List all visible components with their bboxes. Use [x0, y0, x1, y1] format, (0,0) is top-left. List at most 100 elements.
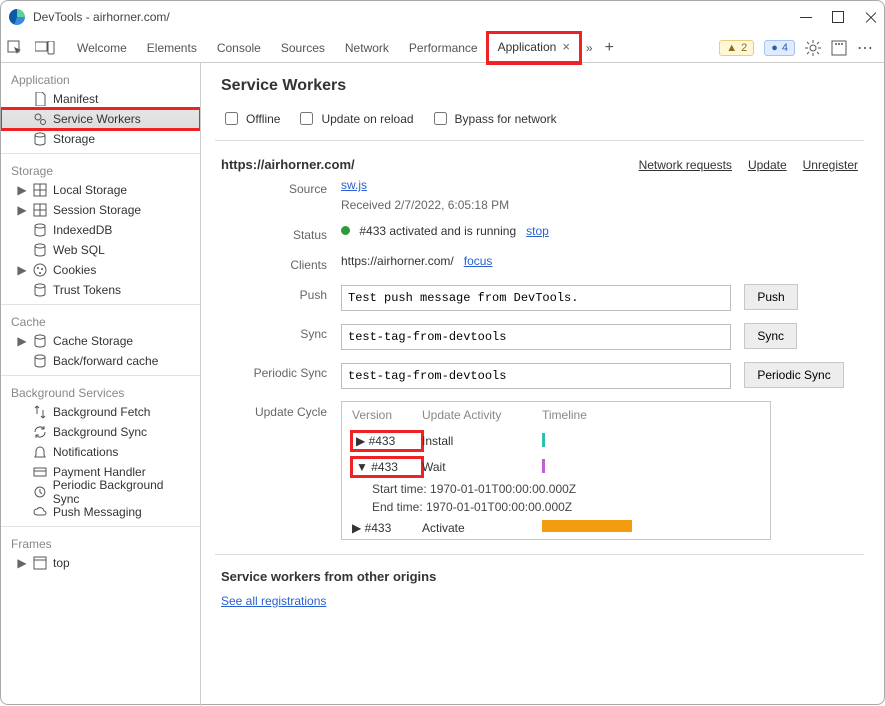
sidebar-item-service-workers[interactable]: Service Workers — [1, 109, 200, 129]
status-text: #433 activated and is running — [359, 224, 516, 238]
network-requests-link[interactable]: Network requests — [639, 158, 732, 172]
settings-icon[interactable] — [805, 40, 821, 56]
focus-link[interactable]: focus — [464, 254, 493, 268]
sidebar-group-application: Application — [1, 67, 200, 89]
sidebar-group-frames: Frames — [1, 531, 200, 553]
overflow-icon[interactable]: » — [580, 41, 599, 55]
tab-application[interactable]: Application × — [488, 33, 580, 63]
minimize-button[interactable] — [800, 11, 812, 23]
push-button[interactable]: Push — [744, 284, 797, 310]
sidebar-item-periodic-background-sync[interactable]: Periodic Background Sync — [1, 482, 200, 502]
offline-checkbox[interactable]: Offline — [221, 109, 280, 128]
source-file-link[interactable]: sw.js — [341, 178, 367, 192]
received-text: Received 2/7/2022, 6:05:18 PM — [341, 198, 509, 212]
cycle-start-time: Start time: 1970-01-01T00:00:00.000Z — [342, 480, 770, 498]
cycle-row-wait[interactable]: ▼ #433 Wait — [342, 454, 770, 480]
edge-icon — [9, 9, 25, 25]
update-on-reload-checkbox[interactable]: Update on reload — [296, 109, 413, 128]
tab-console[interactable]: Console — [207, 33, 271, 63]
cycle-row-activate[interactable]: ▶ #433 Activate — [342, 516, 770, 539]
main-content: Service Workers Offline Update on reload… — [201, 63, 884, 706]
more-icon[interactable]: ⋯ — [857, 38, 874, 58]
sidebar-group-cache: Cache — [1, 309, 200, 331]
push-input[interactable] — [341, 285, 731, 311]
grid-icon — [33, 183, 47, 197]
page-title: Service Workers — [221, 77, 864, 95]
close-button[interactable] — [864, 11, 876, 23]
timeline-bar-activate — [542, 520, 632, 532]
transfer-icon — [33, 405, 47, 419]
sw-scope-section: https://airhorner.com/ Network requests … — [215, 141, 864, 555]
cookie-icon — [33, 263, 47, 277]
warning-badge[interactable]: ▲2 — [719, 40, 754, 56]
timeline-bar-install — [542, 433, 545, 447]
window-title: DevTools - airhorner.com/ — [33, 10, 800, 24]
devtools-toolbar: Welcome Elements Console Sources Network… — [1, 33, 884, 63]
sidebar-item-local-storage[interactable]: ▶Local Storage — [1, 180, 200, 200]
periodic-sync-button[interactable]: Periodic Sync — [744, 362, 843, 388]
card-icon — [33, 465, 47, 479]
device-toggle-icon[interactable] — [35, 41, 55, 55]
clients-label: Clients — [221, 254, 341, 272]
sidebar-item-cache-storage[interactable]: ▶Cache Storage — [1, 331, 200, 351]
sync-label: Sync — [221, 323, 341, 341]
update-cycle-label: Update Cycle — [221, 401, 341, 419]
sidebar-item-indexeddb[interactable]: IndexedDB — [1, 220, 200, 240]
maximize-button[interactable] — [832, 11, 844, 23]
bell-icon — [33, 445, 47, 459]
window-titlebar: DevTools - airhorner.com/ — [1, 1, 884, 33]
tab-application-label: Application — [498, 40, 557, 54]
see-all-registrations-link[interactable]: See all registrations — [221, 594, 326, 608]
push-label: Push — [221, 284, 341, 302]
sidebar-item-session-storage[interactable]: ▶Session Storage — [1, 200, 200, 220]
inspect-icon[interactable] — [7, 40, 23, 56]
periodic-sync-label: Periodic Sync — [221, 362, 341, 380]
bypass-for-network-checkbox[interactable]: Bypass for network — [430, 109, 557, 128]
dock-icon[interactable] — [831, 40, 847, 56]
database-icon — [33, 132, 47, 146]
tab-welcome[interactable]: Welcome — [67, 33, 137, 63]
other-origins-heading: Service workers from other origins — [221, 569, 858, 584]
sidebar-item-trust-tokens[interactable]: Trust Tokens — [1, 280, 200, 300]
database-icon — [33, 354, 47, 368]
sync-button[interactable]: Sync — [744, 323, 797, 349]
status-dot-icon — [341, 226, 350, 235]
client-url: https://airhorner.com/ — [341, 254, 454, 268]
sidebar-item-storage[interactable]: Storage — [1, 129, 200, 149]
sidebar-item-cookies[interactable]: ▶Cookies — [1, 260, 200, 280]
info-badge[interactable]: ●4 — [764, 40, 795, 56]
update-link[interactable]: Update — [748, 158, 787, 172]
sidebar-item-background-sync[interactable]: Background Sync — [1, 422, 200, 442]
status-label: Status — [221, 224, 341, 242]
tab-elements[interactable]: Elements — [137, 33, 207, 63]
grid-icon — [33, 203, 47, 217]
tab-network[interactable]: Network — [335, 33, 399, 63]
scope-url: https://airhorner.com/ — [221, 157, 355, 172]
unregister-link[interactable]: Unregister — [803, 158, 858, 172]
database-icon — [33, 334, 47, 348]
sidebar-item-notifications[interactable]: Notifications — [1, 442, 200, 462]
tab-sources[interactable]: Sources — [271, 33, 335, 63]
document-icon — [33, 92, 47, 106]
periodic-sync-input[interactable] — [341, 363, 731, 389]
stop-link[interactable]: stop — [526, 224, 549, 238]
application-sidebar: Application Manifest Service Workers Sto… — [1, 63, 201, 706]
sw-options-row: Offline Update on reload Bypass for netw… — [215, 105, 864, 141]
cycle-row-install[interactable]: ▶ #433 Install — [342, 428, 770, 454]
sidebar-item-background-fetch[interactable]: Background Fetch — [1, 402, 200, 422]
other-origins-section: Service workers from other origins See a… — [215, 555, 864, 622]
sidebar-item-back-forward-cache[interactable]: Back/forward cache — [1, 351, 200, 371]
new-tab-button[interactable]: + — [599, 39, 620, 57]
sidebar-item-manifest[interactable]: Manifest — [1, 89, 200, 109]
sidebar-item-top-frame[interactable]: ▶top — [1, 553, 200, 573]
database-icon — [33, 243, 47, 257]
timeline-bar-wait — [542, 459, 545, 473]
database-icon — [33, 223, 47, 237]
cloud-icon — [33, 505, 47, 519]
cycle-end-time: End time: 1970-01-01T00:00:00.000Z — [342, 498, 770, 516]
sync-input[interactable] — [341, 324, 731, 350]
tab-close-icon[interactable]: × — [562, 39, 570, 54]
gears-icon — [33, 112, 47, 126]
tab-performance[interactable]: Performance — [399, 33, 488, 63]
sidebar-item-web-sql[interactable]: Web SQL — [1, 240, 200, 260]
